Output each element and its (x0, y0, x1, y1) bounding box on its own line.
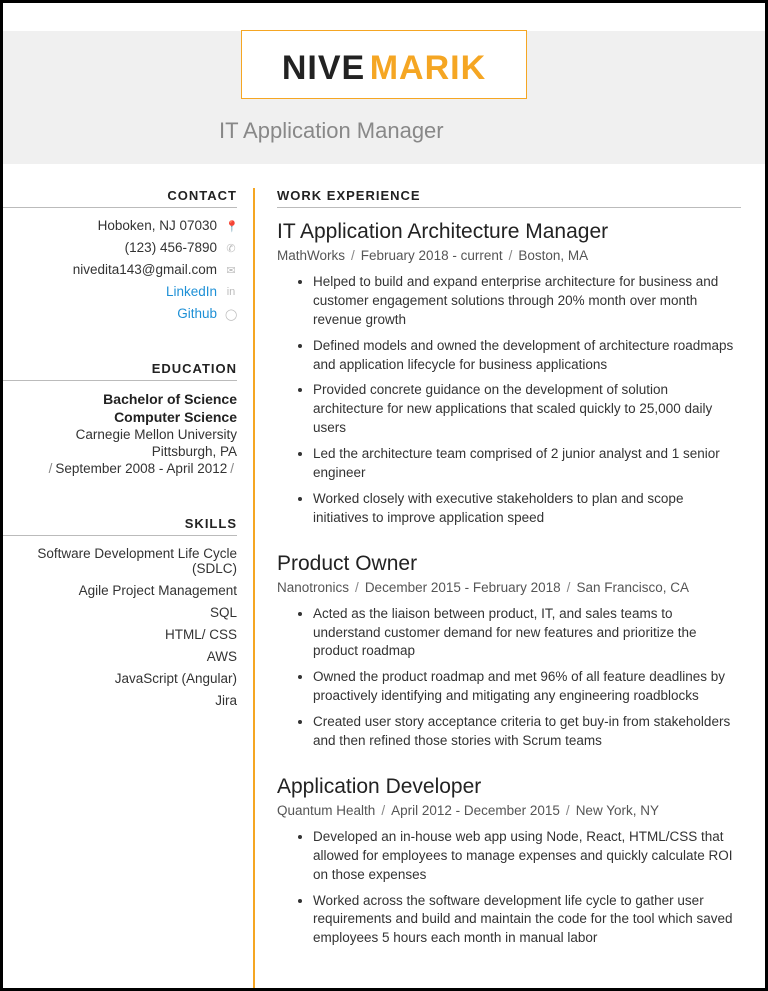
top-spacer (3, 3, 765, 31)
job-0: IT Application Architecture Manager Math… (277, 220, 741, 528)
main: WORK EXPERIENCE IT Application Architect… (255, 188, 741, 988)
last-name: MARIK (370, 49, 486, 87)
email-text: nivedita143@gmail.com (73, 262, 217, 277)
job-2: Application Developer Quantum Health/Apr… (277, 775, 741, 948)
first-name: NIVE (282, 49, 365, 87)
phone-text: (123) 456-7890 (125, 240, 217, 255)
job-meta-1: Nanotronics/December 2015 - February 201… (277, 580, 741, 595)
contact-email: nivedita143@gmail.com ✉ (3, 262, 237, 277)
skills-list: Software Development Life Cycle (SDLC) A… (3, 546, 237, 708)
job-title-1: Product Owner (277, 552, 741, 576)
bullet: Helped to build and expand enterprise ar… (313, 273, 741, 330)
github-text: Github (177, 306, 217, 321)
edu-dates: /September 2008 - April 2012/ (3, 461, 237, 476)
skill-item: SQL (3, 605, 237, 620)
job-company-0: MathWorks (277, 248, 345, 263)
job-loc-0: Boston, MA (518, 248, 588, 263)
edu-field: Computer Science (3, 409, 237, 425)
bullet: Created user story acceptance criteria t… (313, 713, 741, 751)
job-bullets-2: Developed an in-house web app using Node… (277, 828, 741, 948)
linkedin-text: LinkedIn (166, 284, 217, 299)
job-loc-2: New York, NY (576, 803, 659, 818)
job-title-0: IT Application Architecture Manager (277, 220, 741, 244)
city-text: Hoboken, NJ 07030 (98, 218, 217, 233)
job-meta-0: MathWorks/February 2018 - current/Boston… (277, 248, 741, 263)
content: CONTACT Hoboken, NJ 07030 📍 (123) 456-78… (3, 164, 765, 988)
email-icon: ✉ (225, 264, 237, 276)
job-dates-2: April 2012 - December 2015 (391, 803, 560, 818)
bullet: Developed an in-house web app using Node… (313, 828, 741, 885)
skill-item: Agile Project Management (3, 583, 237, 598)
education-heading: EDUCATION (3, 361, 237, 381)
job-title-2: Application Developer (277, 775, 741, 799)
github-icon: ◯ (225, 308, 237, 320)
skill-item: JavaScript (Angular) (3, 671, 237, 686)
skill-item: Software Development Life Cycle (SDLC) (3, 546, 237, 576)
job-meta-2: Quantum Health/April 2012 - December 201… (277, 803, 741, 818)
skill-item: Jira (3, 693, 237, 708)
contact-github[interactable]: Github ◯ (3, 306, 237, 321)
edu-location: Pittsburgh, PA (3, 444, 237, 459)
bullet: Owned the product roadmap and met 96% of… (313, 668, 741, 706)
linkedin-icon: in (225, 286, 237, 298)
job-dates-0: February 2018 - current (361, 248, 503, 263)
bullet: Worked closely with executive stakeholde… (313, 490, 741, 528)
job-title: IT Application Manager (3, 100, 765, 164)
skill-item: AWS (3, 649, 237, 664)
job-dates-1: December 2015 - February 2018 (365, 580, 561, 595)
contact-heading: CONTACT (3, 188, 237, 208)
location-icon: 📍 (225, 220, 237, 232)
bullet: Worked across the software development l… (313, 892, 741, 949)
work-exp-heading: WORK EXPERIENCE (277, 188, 741, 208)
bullet: Defined models and owned the development… (313, 337, 741, 375)
skill-item: HTML/ CSS (3, 627, 237, 642)
job-bullets-1: Acted as the liaison between product, IT… (277, 605, 741, 751)
name-box: NIVE MARIK (241, 30, 527, 99)
skills-block: SKILLS Software Development Life Cycle (… (3, 516, 237, 708)
edu-date-text: September 2008 - April 2012 (55, 461, 227, 476)
bullet: Provided concrete guidance on the develo… (313, 381, 741, 438)
phone-icon: ✆ (225, 242, 237, 254)
contact-block: CONTACT Hoboken, NJ 07030 📍 (123) 456-78… (3, 188, 237, 321)
header-band: NIVE MARIK IT Application Manager (3, 31, 765, 164)
job-bullets-0: Helped to build and expand enterprise ar… (277, 273, 741, 528)
job-1: Product Owner Nanotronics/December 2015 … (277, 552, 741, 751)
education-block: EDUCATION Bachelor of Science Computer S… (3, 361, 237, 476)
skills-heading: SKILLS (3, 516, 237, 536)
bullet: Led the architecture team comprised of 2… (313, 445, 741, 483)
contact-city: Hoboken, NJ 07030 📍 (3, 218, 237, 233)
sidebar: CONTACT Hoboken, NJ 07030 📍 (123) 456-78… (3, 188, 255, 988)
edu-school: Carnegie Mellon University (3, 427, 237, 442)
bullet: Acted as the liaison between product, IT… (313, 605, 741, 662)
contact-linkedin[interactable]: LinkedIn in (3, 284, 237, 299)
edu-degree: Bachelor of Science (3, 391, 237, 407)
job-company-1: Nanotronics (277, 580, 349, 595)
job-company-2: Quantum Health (277, 803, 375, 818)
contact-phone: (123) 456-7890 ✆ (3, 240, 237, 255)
job-loc-1: San Francisco, CA (576, 580, 689, 595)
